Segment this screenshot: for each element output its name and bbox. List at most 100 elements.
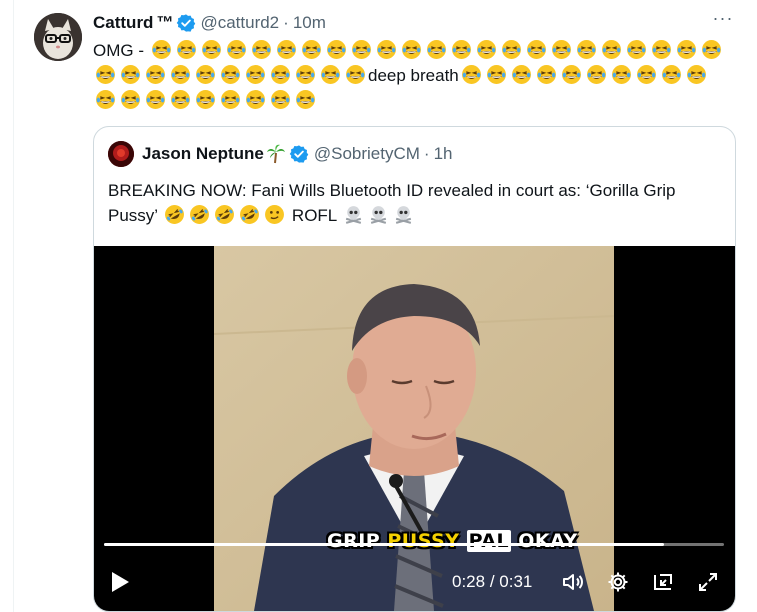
rolling-laughing-emoji-icon bbox=[189, 204, 210, 225]
laughing-tears-emoji-icon bbox=[295, 64, 316, 85]
video-progress-bar[interactable] bbox=[104, 543, 724, 546]
quote-header: Jason Neptune @SobrietyCM · 1h bbox=[108, 141, 453, 167]
tweet-timestamp[interactable]: 10m bbox=[293, 13, 326, 33]
laughing-tears-emoji-icon bbox=[611, 64, 632, 85]
author-name[interactable]: Catturd bbox=[93, 13, 153, 33]
video-current-time: 0:28 bbox=[452, 572, 486, 591]
video-player[interactable]: GRIP PUSSY PAL OKAY 0:28 / 0:31 bbox=[94, 246, 735, 611]
video-progress-fill bbox=[104, 543, 664, 546]
laughing-tears-emoji-icon bbox=[120, 89, 141, 110]
laughing-tears-emoji-icon bbox=[451, 39, 472, 60]
laughing-tears-emoji-icon bbox=[295, 89, 316, 110]
video-frame bbox=[213, 246, 615, 611]
laughing-tears-emoji-icon bbox=[176, 39, 197, 60]
quoted-tweet-card[interactable]: Jason Neptune @SobrietyCM · 1h BREAKING … bbox=[93, 126, 736, 612]
laughing-tears-emoji-icon bbox=[326, 39, 347, 60]
laughing-tears-emoji-icon bbox=[95, 89, 116, 110]
rolling-laughing-emoji-icon bbox=[214, 204, 235, 225]
laughing-tears-emoji-icon bbox=[626, 39, 647, 60]
laughing-tears-emoji-icon bbox=[195, 64, 216, 85]
laughing-tears-emoji-icon bbox=[251, 39, 272, 60]
laughing-tears-emoji-icon bbox=[276, 39, 297, 60]
video-time-readout: 0:28 / 0:31 bbox=[452, 572, 532, 592]
laughing-tears-emoji-icon bbox=[686, 64, 707, 85]
timeline-divider bbox=[13, 0, 14, 612]
quote-verified-badge-icon bbox=[289, 144, 309, 164]
laughing-tears-emoji-icon bbox=[601, 39, 622, 60]
laughing-tears-emoji-icon bbox=[486, 64, 507, 85]
laughing-tears-emoji-icon bbox=[170, 64, 191, 85]
laughing-tears-emoji-icon bbox=[676, 39, 697, 60]
laughing-tears-emoji-icon bbox=[526, 39, 547, 60]
laughing-tears-emoji-icon bbox=[320, 64, 341, 85]
laughing-tears-emoji-icon bbox=[561, 64, 582, 85]
header-separator: · bbox=[283, 13, 289, 32]
skull-crossbones-group bbox=[341, 206, 416, 225]
quote-timestamp[interactable]: 1h bbox=[434, 144, 453, 164]
video-time-separator: / bbox=[485, 572, 500, 591]
laughing-tears-emoji-icon bbox=[145, 89, 166, 110]
caption-word-boxed: PAL bbox=[466, 530, 512, 552]
quote-author-handle[interactable]: @SobrietyCM bbox=[314, 144, 420, 164]
video-controls: 0:28 / 0:31 bbox=[94, 564, 735, 600]
caption-word-highlight: PUSSY bbox=[387, 530, 460, 552]
rolling-laughing-emoji-icon bbox=[239, 204, 260, 225]
laughing-tears-emoji-icon bbox=[426, 39, 447, 60]
rolling-laughing-emoji-icon bbox=[164, 204, 185, 225]
laughing-tears-emoji-icon bbox=[651, 39, 672, 60]
caption-word: OKAY bbox=[518, 530, 578, 552]
quote-header-separator: · bbox=[423, 144, 430, 163]
author-name-tm: ™ bbox=[156, 13, 174, 32]
quote-author-avatar[interactable] bbox=[108, 141, 134, 167]
laughing-tears-emoji-icon bbox=[511, 64, 532, 85]
laughing-tears-emoji-icon bbox=[201, 39, 222, 60]
tweet-header: Catturd ™ @catturd2 · 10m bbox=[93, 12, 737, 34]
verified-badge-icon bbox=[176, 13, 196, 33]
video-caption: GRIP PUSSY PAL OKAY bbox=[327, 530, 578, 552]
more-options-icon[interactable]: ··· bbox=[711, 9, 735, 32]
author-avatar[interactable] bbox=[34, 13, 82, 61]
quote-author-name[interactable]: Jason Neptune bbox=[142, 144, 264, 164]
laughing-tears-emoji-icon bbox=[576, 39, 597, 60]
laughing-tears-emoji-icon bbox=[145, 64, 166, 85]
volume-icon[interactable] bbox=[559, 568, 587, 596]
laughing-tears-emoji-icon bbox=[461, 64, 482, 85]
caption-word: GRIP bbox=[327, 530, 381, 552]
skull-crossbones-icon bbox=[368, 204, 389, 225]
pip-icon[interactable] bbox=[649, 568, 677, 596]
play-icon[interactable] bbox=[106, 568, 134, 596]
laughing-tears-emoji-icon bbox=[351, 39, 372, 60]
smirk-emoji-icon bbox=[264, 204, 285, 225]
laughing-tears-emoji-icon bbox=[270, 64, 291, 85]
laughing-emoji-group bbox=[149, 39, 724, 60]
laughing-tears-emoji-icon bbox=[220, 89, 241, 110]
laughing-tears-emoji-icon bbox=[476, 39, 497, 60]
laughing-tears-emoji-icon bbox=[586, 64, 607, 85]
laughing-tears-emoji-icon bbox=[270, 89, 291, 110]
laughing-tears-emoji-icon bbox=[345, 64, 366, 85]
laughing-tears-emoji-icon bbox=[661, 64, 682, 85]
fullscreen-icon[interactable] bbox=[694, 568, 722, 596]
laughing-tears-emoji-icon bbox=[226, 39, 247, 60]
laughing-tears-emoji-icon bbox=[120, 64, 141, 85]
laughing-tears-emoji-icon bbox=[636, 64, 657, 85]
laughing-tears-emoji-icon bbox=[151, 39, 172, 60]
laughing-tears-emoji-icon bbox=[376, 39, 397, 60]
rofl-emoji-group bbox=[162, 204, 262, 225]
laughing-tears-emoji-icon bbox=[245, 64, 266, 85]
video-duration: 0:31 bbox=[499, 572, 533, 591]
laughing-tears-emoji-icon bbox=[195, 89, 216, 110]
laughing-emoji-group bbox=[93, 64, 368, 85]
quote-text: BREAKING NOW: Fani Wills Bluetooth ID re… bbox=[108, 178, 708, 228]
quote-text-suffix: ROFL bbox=[291, 206, 337, 225]
author-handle[interactable]: @catturd2 bbox=[200, 13, 279, 33]
tweet-text: OMG - deep breath bbox=[93, 38, 733, 113]
laughing-tears-emoji-icon bbox=[95, 64, 116, 85]
laughing-tears-emoji-icon bbox=[401, 39, 422, 60]
laughing-tears-emoji-icon bbox=[220, 64, 241, 85]
skull-crossbones-icon bbox=[393, 204, 414, 225]
laughing-emoji-group bbox=[93, 89, 318, 110]
settings-gear-icon[interactable] bbox=[604, 568, 632, 596]
laughing-tears-emoji-icon bbox=[536, 64, 557, 85]
laughing-tears-emoji-icon bbox=[301, 39, 322, 60]
